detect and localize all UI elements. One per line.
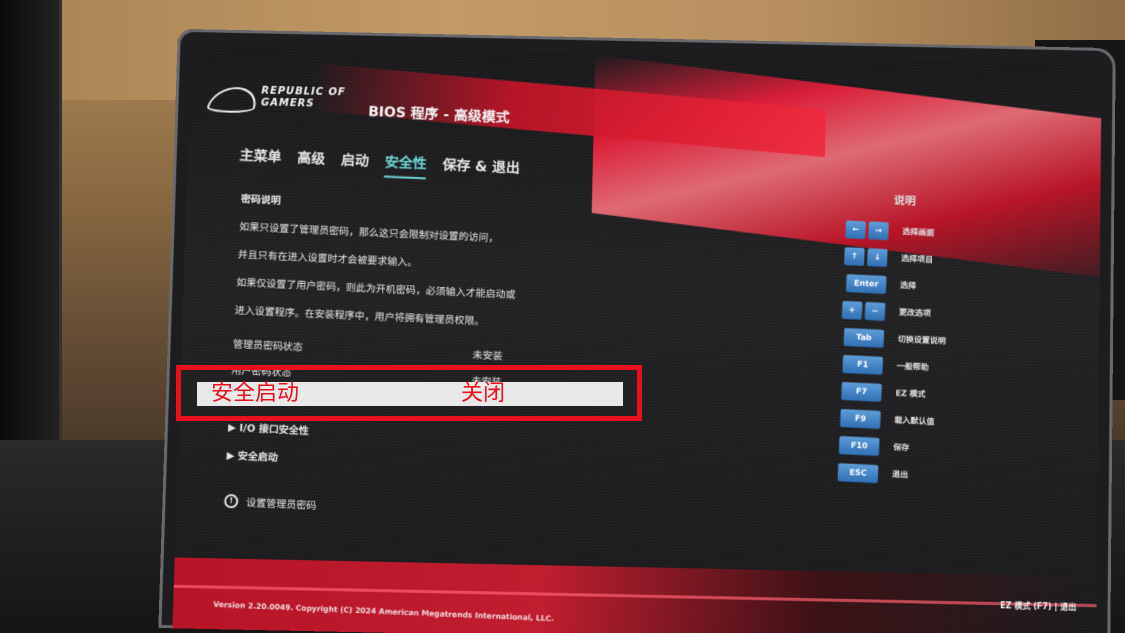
key-tab: Tab bbox=[843, 327, 885, 348]
key-minus: − bbox=[864, 301, 886, 321]
footer-right[interactable]: EZ 模式 (F7) | 退出 bbox=[1000, 600, 1076, 613]
info-text: 设置管理员密码 bbox=[245, 497, 317, 513]
info-icon: ! bbox=[223, 493, 239, 509]
help-label: 选择画面 bbox=[902, 227, 935, 238]
key-f7: F7 bbox=[841, 381, 882, 402]
key-left: ← bbox=[845, 219, 866, 239]
bios-screen: REPUBLIC OF GAMERS BIOS 程序 - 高级模式 主菜单 高级… bbox=[172, 44, 1102, 633]
secure-boot-value: 关闭 bbox=[461, 381, 506, 406]
key-f1: F1 bbox=[842, 354, 884, 375]
help-label: 选择项目 bbox=[901, 253, 934, 265]
key-down: ↓ bbox=[867, 247, 888, 267]
rog-eye-icon bbox=[205, 86, 262, 114]
help-panel: 说明 ← → 选择画面 ↑ ↓ 选择项目 Enter 选择 + − 更改选项 Tab … bbox=[811, 188, 1023, 493]
help-label: 退出 bbox=[891, 469, 909, 480]
tab-main[interactable]: 主菜单 bbox=[239, 145, 282, 173]
help-label: 更改选项 bbox=[898, 307, 932, 319]
key-up: ↑ bbox=[844, 246, 865, 266]
help-label: 保存 bbox=[893, 442, 910, 453]
help-label: 一般帮助 bbox=[896, 361, 929, 373]
laptop-bezel: REPUBLIC OF GAMERS BIOS 程序 - 高级模式 主菜单 高级… bbox=[158, 28, 1116, 633]
key-right: → bbox=[868, 220, 889, 240]
rog-logo: REPUBLIC OF GAMERS bbox=[205, 83, 359, 126]
tab-boot[interactable]: 启动 bbox=[340, 150, 370, 177]
help-label: 选择 bbox=[899, 280, 917, 291]
key-plus: + bbox=[841, 300, 863, 320]
rog-logo-text: REPUBLIC OF GAMERS bbox=[260, 85, 346, 110]
key-esc: ESC bbox=[837, 462, 879, 483]
key-enter: Enter bbox=[845, 273, 887, 294]
help-label: 载入默认值 bbox=[894, 415, 935, 427]
security-content: 密码说明 如果只设置了管理员密码，那么这只会限制对设置的访问， 并且只有在进入设… bbox=[223, 190, 660, 527]
tab-security[interactable]: 安全性 bbox=[383, 151, 428, 180]
secure-boot-annotation: 安全启动 关闭 bbox=[176, 365, 642, 421]
tab-advanced[interactable]: 高级 bbox=[296, 148, 326, 175]
help-label: EZ 模式 bbox=[895, 388, 926, 400]
help-label: 切换设置说明 bbox=[897, 334, 947, 346]
tab-save-exit[interactable]: 保存 & 退出 bbox=[442, 154, 521, 183]
secure-boot-label: 安全启动 bbox=[211, 381, 300, 406]
key-f10: F10 bbox=[838, 435, 880, 456]
key-f9: F9 bbox=[839, 408, 881, 429]
